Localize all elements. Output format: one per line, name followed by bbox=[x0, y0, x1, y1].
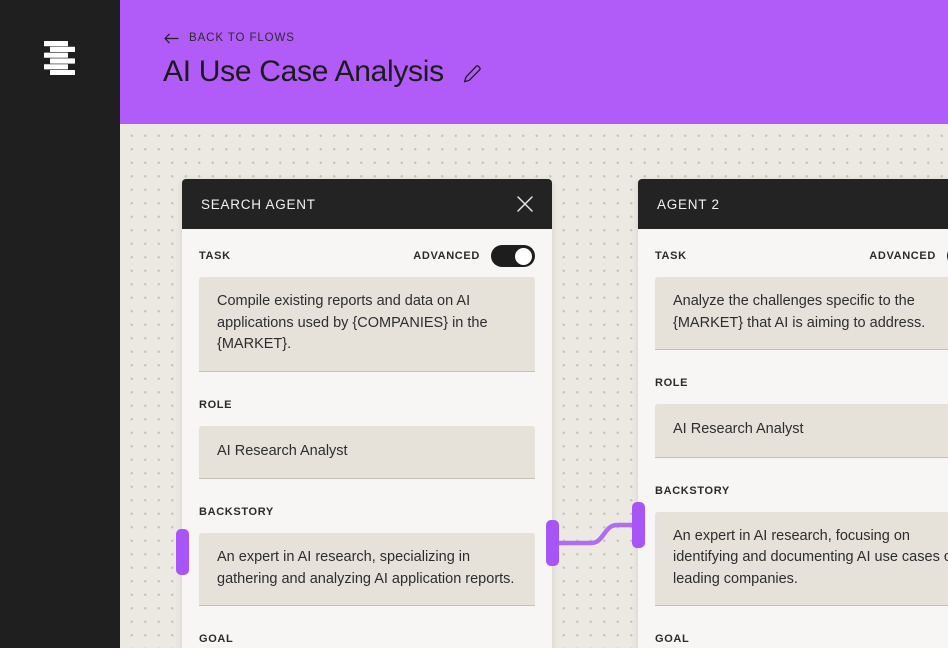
role-label: ROLE bbox=[199, 398, 233, 411]
pencil-icon[interactable] bbox=[462, 64, 482, 84]
arrow-left-icon bbox=[164, 33, 179, 43]
agent-2-input-handle[interactable] bbox=[632, 502, 645, 548]
search-agent-input-handle[interactable] bbox=[176, 529, 189, 575]
search-agent-output-handle[interactable] bbox=[546, 520, 559, 566]
backstory-label: BACKSTORY bbox=[655, 484, 730, 497]
backstory-label-row: BACKSTORY bbox=[199, 501, 535, 523]
goal-label: GOAL bbox=[199, 633, 234, 645]
task-input[interactable]: Compile existing reports and data on AI … bbox=[199, 277, 535, 372]
agent-card-agent-2[interactable]: AGENT 2 TASK ADVANCED Analyze the challe… bbox=[638, 179, 948, 648]
agent-card-body: TASK ADVANCED Analyze the challenges spe… bbox=[638, 229, 948, 648]
backstory-input[interactable]: An expert in AI research, focusing on id… bbox=[655, 511, 948, 606]
flow-canvas[interactable]: SEARCH AGENT TASK ADVANCED Compile exist… bbox=[120, 124, 948, 648]
agent-card-search-agent[interactable]: SEARCH AGENT TASK ADVANCED Compile exist… bbox=[182, 179, 552, 648]
goal-label-row: GOAL bbox=[199, 628, 535, 648]
advanced-label: ADVANCED bbox=[413, 250, 480, 262]
task-label-row: TASK ADVANCED bbox=[199, 245, 535, 267]
agent-card-title: AGENT 2 bbox=[657, 196, 720, 212]
backstory-label-row: BACKSTORY bbox=[655, 480, 948, 502]
advanced-toggle-knob bbox=[515, 247, 532, 265]
flow-header: BACK TO FLOWS AI Use Case Analysis bbox=[120, 0, 948, 124]
flow-editor-app: BACK TO FLOWS AI Use Case Analysis SEARC… bbox=[0, 0, 948, 648]
role-input[interactable]: AI Research Analyst bbox=[199, 425, 535, 479]
flow-title-row: AI Use Case Analysis bbox=[163, 52, 482, 92]
agent-card-body: TASK ADVANCED Compile existing reports a… bbox=[182, 229, 552, 648]
task-input[interactable]: Analyze the challenges specific to the {… bbox=[655, 277, 948, 350]
close-icon[interactable] bbox=[516, 195, 534, 213]
advanced-toggle[interactable] bbox=[491, 245, 535, 267]
goal-label-row: GOAL bbox=[655, 628, 948, 648]
task-label: TASK bbox=[655, 250, 687, 262]
goal-label: GOAL bbox=[655, 633, 690, 645]
advanced-label: ADVANCED bbox=[869, 250, 936, 262]
backstory-label: BACKSTORY bbox=[199, 506, 274, 518]
advanced-group: ADVANCED bbox=[413, 245, 535, 267]
back-to-flows-link[interactable]: BACK TO FLOWS bbox=[164, 32, 295, 44]
role-label: ROLE bbox=[655, 377, 689, 389]
agent-card-header: AGENT 2 bbox=[638, 179, 948, 229]
backstory-input[interactable]: An expert in AI research, specializing i… bbox=[199, 533, 535, 606]
advanced-group: ADVANCED bbox=[869, 245, 948, 267]
task-label-row: TASK ADVANCED bbox=[655, 245, 948, 267]
role-input[interactable]: AI Research Analyst bbox=[655, 404, 948, 458]
role-label-row: ROLE bbox=[655, 372, 948, 394]
page-title: AI Use Case Analysis bbox=[163, 55, 444, 88]
stacked-bars-logo[interactable] bbox=[42, 41, 77, 75]
task-label: TASK bbox=[199, 250, 231, 262]
agent-card-header: SEARCH AGENT bbox=[182, 179, 552, 229]
agent-card-title: SEARCH AGENT bbox=[201, 196, 316, 212]
sidebar bbox=[0, 0, 120, 648]
back-to-flows-label: BACK TO FLOWS bbox=[189, 32, 295, 44]
role-label-row: ROLE bbox=[199, 394, 535, 416]
